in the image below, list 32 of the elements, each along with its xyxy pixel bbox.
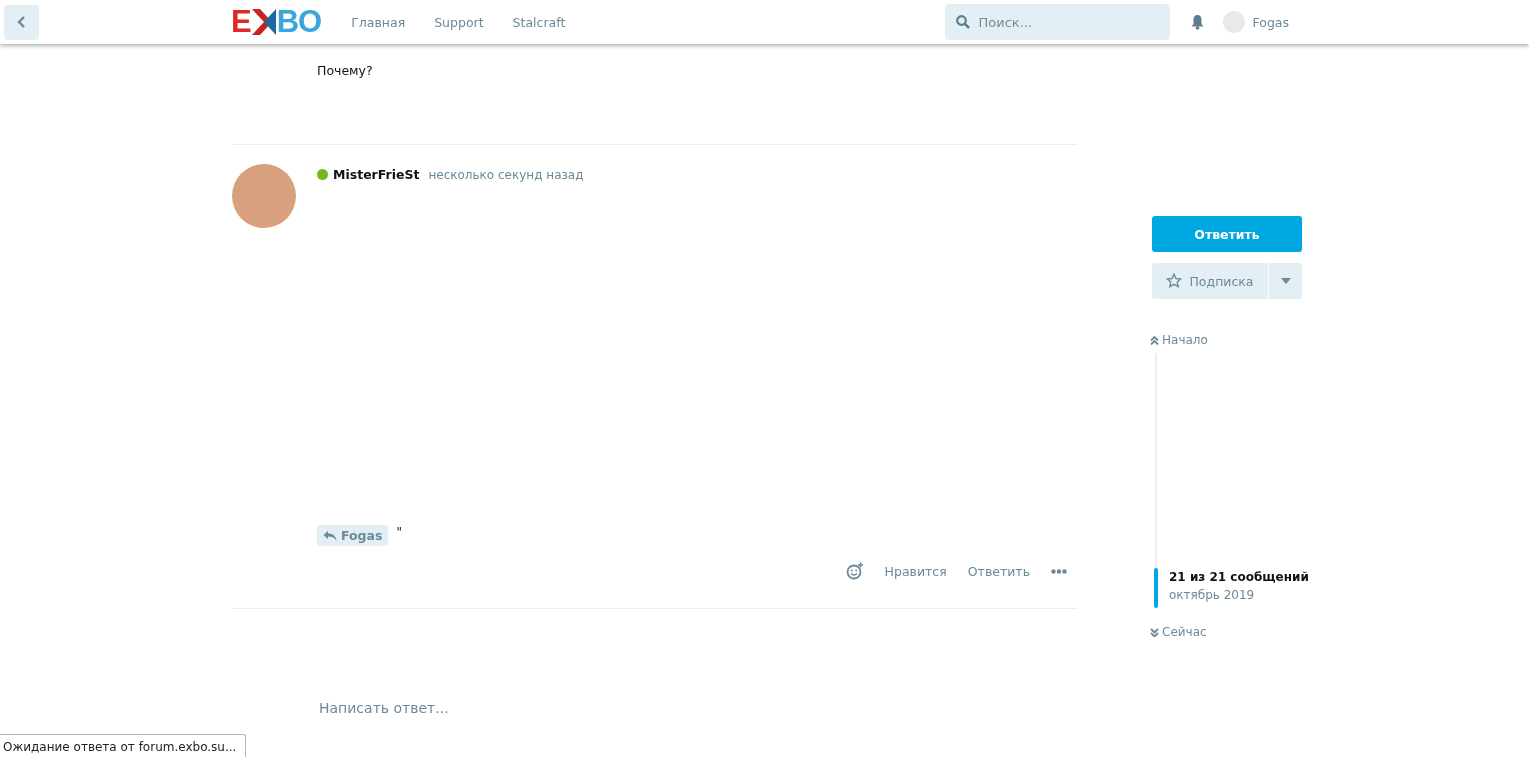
back-button[interactable] [4, 4, 39, 40]
nav-link[interactable]: Stalcraft [512, 14, 566, 30]
caret-icon [1280, 278, 1291, 284]
bell-icon[interactable] [1189, 14, 1205, 30]
post-time[interactable]: несколько секунд назад [428, 167, 584, 182]
browser-status-text: Ожидание ответа от forum.exbo.su... [0, 734, 247, 757]
post-action-button[interactable]: Ответить [967, 563, 1030, 579]
scrubber-last-link[interactable]: Сейчас [1150, 625, 1302, 639]
more-icon[interactable] [1051, 568, 1067, 574]
add-reaction-icon[interactable] [845, 562, 864, 580]
scrubber-first-link[interactable]: Начало [1150, 333, 1302, 347]
reply-button[interactable]: Ответить [1152, 216, 1302, 252]
post-date: октябрь 2019 [1169, 588, 1256, 602]
nav-link[interactable]: Support [434, 14, 484, 30]
reply-composer[interactable]: Написать ответ... [319, 700, 1077, 716]
double-chevron-down-icon [1150, 627, 1159, 637]
post-count: 21 из 21 сообщений [1169, 570, 1309, 584]
dropdown-button[interactable] [1269, 263, 1302, 299]
reply-arrow-icon [323, 529, 337, 542]
post-action-button[interactable]: Нравится [884, 563, 947, 579]
chevron-left-icon [16, 16, 27, 28]
search-field[interactable]: Поиск... [944, 4, 1170, 40]
author-name[interactable]: MisterFrieSt [333, 167, 420, 182]
star-icon [1166, 273, 1183, 289]
post-text: Почему? [317, 63, 373, 78]
site-logo[interactable]: E BO [231, 4, 322, 40]
subscribe-button[interactable]: Подписка [1152, 263, 1268, 299]
double-chevron-up-icon [1150, 335, 1159, 345]
reply-mention[interactable]: Fogas [317, 525, 389, 546]
post-text: " [396, 525, 402, 539]
username[interactable]: Fogas [1252, 14, 1289, 30]
nav-link[interactable]: Главная [351, 14, 406, 30]
